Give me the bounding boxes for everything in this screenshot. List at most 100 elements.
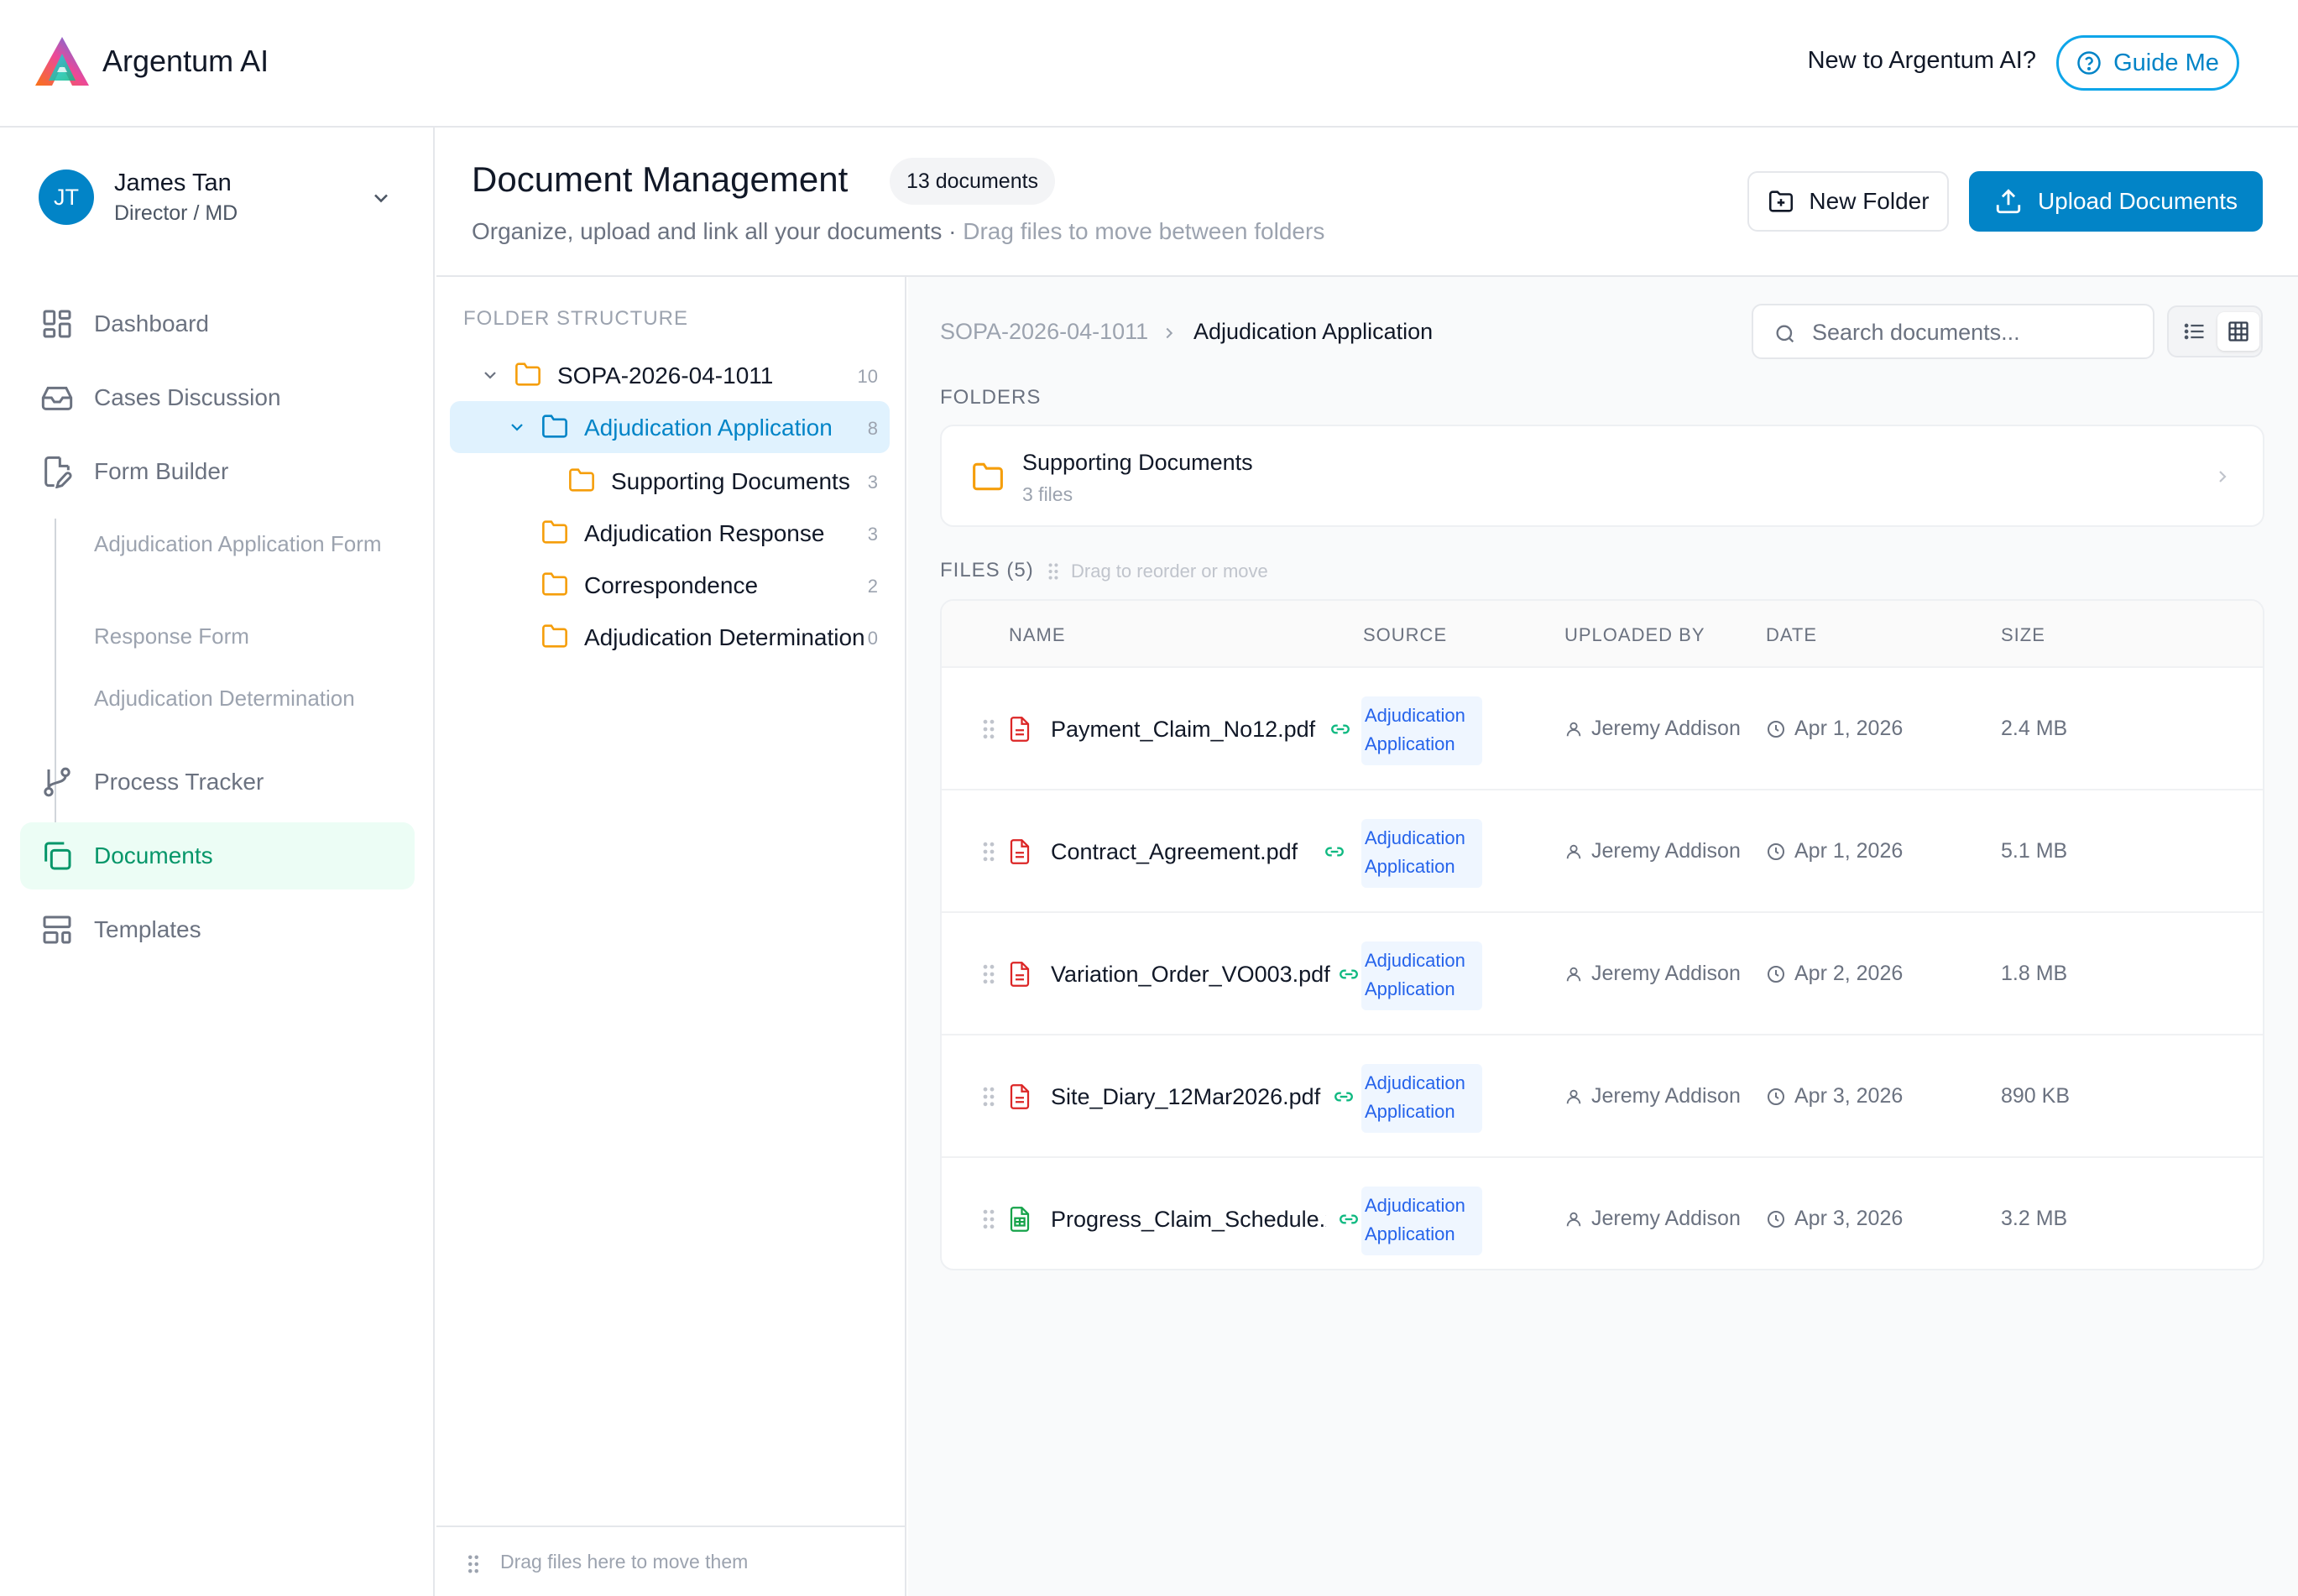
new-user-prompt: New to Argentum AI? [1807,47,2036,74]
folder-card-supporting-documents[interactable]: Supporting Documents 3 files [940,425,2264,527]
submenu-item-adjudication-application-form[interactable]: Adjudication Application Form [94,529,396,559]
chevron-down-icon[interactable] [480,365,500,385]
file-date: Apr 1, 2026 [1794,717,1904,740]
new-folder-button[interactable]: New Folder [1747,171,1949,232]
drag-handle-icon[interactable] [982,1086,995,1108]
drag-handle-icon[interactable] [982,963,995,985]
sidebar-item-dashboard[interactable]: Dashboard [20,290,415,357]
user-name: James Tan [114,170,232,196]
guide-me-label: Guide Me [2113,49,2219,76]
chevron-right-icon [2219,471,2227,482]
tree-folder-correspondence[interactable]: Correspondence 2 [450,559,890,611]
tree-folder-adjudication-response[interactable]: Adjudication Response 3 [450,507,890,559]
tree-folder-label: Adjudication Determination [584,624,865,650]
view-toggle [2167,305,2263,357]
sidebar-item-form-builder[interactable]: Form Builder [20,438,415,505]
list-icon [2184,323,2204,340]
sidebar-item-label: Form Builder [94,458,229,484]
file-date: Apr 2, 2026 [1794,962,1904,985]
submenu-item-adjudication-determination[interactable]: Adjudication Determination [94,683,396,713]
top-bar: Argentum AI New to Argentum AI? Guide Me [0,0,2298,128]
link-icon[interactable] [1338,1210,1360,1228]
help-circle-icon [2077,51,2101,75]
column-header-uploaded-by[interactable]: UPLOADED BY [1564,624,1705,646]
pdf-file-icon [1010,962,1030,987]
link-icon[interactable] [1329,720,1351,738]
list-view-button[interactable] [2174,312,2216,351]
avatar[interactable]: JT [39,170,94,225]
column-header-source[interactable]: SOURCE [1363,624,1447,646]
link-icon[interactable] [1338,965,1360,983]
tree-folder-adjudication-determination[interactable]: Adjudication Determination 0 [450,611,890,663]
grid-view-button[interactable] [2217,312,2259,351]
table-row[interactable]: Variation_Order_VO003.pdf Adjudication Ap… [942,913,2263,1035]
drop-zone-hint: Drag files here to move them [500,1551,749,1573]
file-name[interactable]: Site_Diary_12Mar2026.pdf [1051,1084,1328,1110]
subtitle-hint: Drag files to move between folders [963,218,1325,244]
file-edit-icon [44,456,72,488]
table-row[interactable]: Payment_Claim_No12.pdf Adjudication Appli… [942,668,2263,790]
table-row[interactable]: Contract_Agreement.pdf Adjudication Appli… [942,790,2263,913]
grid-icon [2228,321,2248,342]
file-name[interactable]: Contract_Agreement.pdf [1051,839,1319,865]
file-size: 3.2 MB [2001,1207,2068,1230]
source-badge[interactable]: Adjudication Application [1361,819,1482,888]
tree-folder-count: 0 [867,628,878,649]
link-icon[interactable] [1333,1087,1355,1106]
table-row[interactable]: Site_Diary_12Mar2026.pdf Adjudication App… [942,1035,2263,1158]
tree-folder-adjudication-application[interactable]: Adjudication Application 8 [450,401,890,453]
uploaded-by: Jeremy Addison [1591,717,1741,740]
files-table-header: NAME SOURCE UPLOADED BY DATE SIZE [942,601,2263,668]
submenu-item-response-form[interactable]: Response Form [94,621,396,651]
source-badge[interactable]: Adjudication Application [1361,696,1482,765]
subtitle-text: Organize, upload and link all your docum… [472,218,964,244]
argentum-logo[interactable] [32,34,92,91]
sidebar-item-documents[interactable]: Documents [20,822,415,889]
tree-folder-sopa-2026-04-1011[interactable]: SOPA-2026-04-1011 10 [450,349,890,401]
breadcrumb-current: Adjudication Application [1193,319,1434,344]
user-icon [1566,967,1581,982]
folder-icon [973,462,1003,491]
files-table: NAME SOURCE UPLOADED BY DATE SIZE Paymen… [940,599,2264,1270]
brand-name: Argentum AI [102,44,269,78]
folder-icon [542,415,567,438]
new-folder-label: New Folder [1809,188,1930,214]
tree-drop-zone[interactable]: Drag files here to move them [436,1526,905,1596]
folder-card-file-count: 3 files [1022,483,1073,505]
tree-folder-count: 3 [867,524,878,545]
table-row[interactable]: Progress_Claim_Schedule.xlsx Adjudicatio… [942,1158,2263,1269]
drag-handle-icon [468,1555,478,1573]
chevron-down-icon[interactable] [369,186,393,210]
search-box [1752,304,2154,359]
user-icon [1566,1089,1581,1104]
source-line: Application [1365,856,1455,877]
sidebar-item-cases-discussion[interactable]: Cases Discussion [20,364,415,431]
source-badge[interactable]: Adjudication Application [1361,1187,1482,1255]
link-icon[interactable] [1324,842,1345,861]
source-badge[interactable]: Adjudication Application [1361,1064,1482,1133]
column-header-size[interactable]: SIZE [2001,624,2045,646]
file-name[interactable]: Progress_Claim_Schedule.xlsx [1051,1207,1326,1233]
drag-handle-icon[interactable] [982,841,995,863]
column-header-date[interactable]: DATE [1766,624,1817,646]
tree-folder-supporting-documents[interactable]: Supporting Documents 3 [450,455,890,507]
guide-me-button[interactable]: Guide Me [2056,35,2239,91]
user-icon [1566,722,1581,737]
sidebar-item-process-tracker[interactable]: Process Tracker [20,748,415,816]
upload-documents-button[interactable]: Upload Documents [1969,171,2263,232]
search-input[interactable] [1812,316,2139,349]
column-header-name[interactable]: NAME [1009,624,1066,646]
chevron-down-icon[interactable] [507,417,527,437]
file-size: 890 KB [2001,1084,2071,1108]
upload-documents-label: Upload Documents [2037,188,2238,214]
breadcrumb-root[interactable]: SOPA-2026-04-1011 [940,319,1148,345]
clock-icon [1768,1088,1784,1105]
file-name[interactable]: Payment_Claim_No12.pdf [1051,717,1326,743]
file-name[interactable]: Variation_Order_VO003.pdf [1051,962,1333,988]
sidebar-item-templates[interactable]: Templates [20,896,415,963]
tree-folder-label: Adjudication Response [584,520,825,546]
sidebar-item-label: Process Tracker [94,769,264,795]
source-badge[interactable]: Adjudication Application [1361,941,1482,1010]
drag-handle-icon[interactable] [982,718,995,740]
drag-handle-icon[interactable] [982,1208,995,1230]
